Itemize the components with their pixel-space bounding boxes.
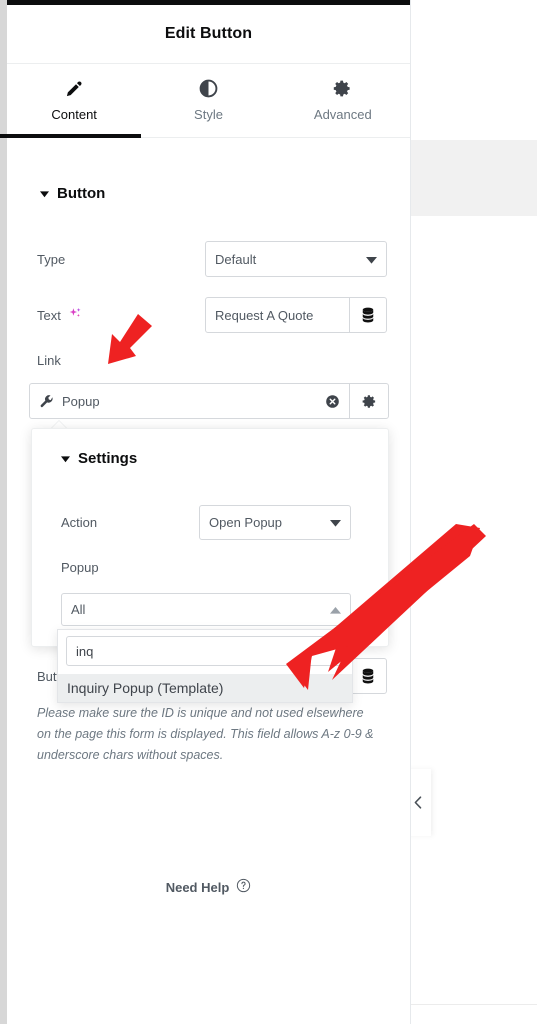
- control-row-popup-label: Popup: [61, 560, 99, 575]
- popup-select[interactable]: All: [61, 593, 351, 626]
- action-select-value: Open Popup: [209, 515, 283, 530]
- caret-up-icon: [330, 602, 341, 617]
- dynamic-tags-database-icon[interactable]: [349, 659, 386, 693]
- pencil-icon: [65, 79, 84, 98]
- tab-content-label: Content: [51, 107, 97, 122]
- link-input[interactable]: Popup: [62, 394, 315, 409]
- clear-circle-x-icon[interactable]: [315, 394, 349, 409]
- popup-option-inquiry-popup-template[interactable]: Inquiry Popup (Template): [58, 674, 352, 702]
- popup-search-input[interactable]: inq: [66, 636, 344, 666]
- tab-advanced-label: Advanced: [313, 107, 372, 122]
- dynamic-tags-database-icon[interactable]: [349, 298, 386, 332]
- popup-search-value: inq: [76, 643, 94, 659]
- control-row-link-label: Link: [37, 353, 61, 368]
- button-id-description: Please make sure the ID is unique and no…: [37, 706, 374, 762]
- link-label: Link: [37, 353, 61, 368]
- caret-down-icon: [40, 185, 49, 202]
- popup-option-label: Inquiry Popup (Template): [67, 680, 224, 696]
- section-header-button[interactable]: Button: [40, 185, 105, 202]
- text-label: Text: [37, 306, 83, 325]
- popup-label: Popup: [61, 560, 99, 575]
- need-help-link[interactable]: Need Help: [7, 878, 410, 896]
- caret-down-icon: [366, 252, 377, 267]
- section-header-settings[interactable]: Settings: [61, 450, 137, 467]
- popup-select-value: All: [71, 602, 86, 617]
- panel-header: Edit Button: [7, 5, 410, 64]
- section-header-button-label: Button: [57, 185, 106, 202]
- canvas-placeholder-block: [406, 140, 537, 216]
- contrast-half-circle-icon: [199, 79, 218, 98]
- link-settings-gear-icon[interactable]: [349, 384, 388, 418]
- chevron-left-icon: [414, 796, 422, 809]
- action-select[interactable]: Open Popup: [199, 505, 351, 540]
- tab-style-label: Style: [194, 107, 223, 122]
- type-select-value: Default: [215, 251, 257, 267]
- control-row-action: Action Open Popup: [61, 505, 351, 540]
- action-label: Action: [61, 515, 98, 530]
- tab-advanced[interactable]: Advanced: [276, 64, 410, 137]
- caret-down-icon: [61, 450, 70, 467]
- control-row-type: Type Default: [37, 241, 387, 277]
- section-header-settings-label: Settings: [78, 450, 138, 467]
- gear-icon: [333, 79, 352, 98]
- control-row-text: Text Request A Quote: [37, 297, 387, 333]
- need-help-label: Need Help: [165, 879, 230, 895]
- text-input[interactable]: Request A Quote: [206, 308, 349, 323]
- caret-down-icon: [330, 515, 341, 530]
- ai-sparkle-icon[interactable]: [67, 306, 83, 325]
- link-field: Popup: [29, 383, 389, 419]
- text-label-text: Text: [37, 307, 61, 323]
- wrench-icon: [30, 394, 62, 409]
- tab-style[interactable]: Style: [141, 64, 275, 137]
- type-label: Type: [37, 251, 66, 267]
- panel-tabs: Content Style Advanced: [0, 64, 410, 138]
- type-select[interactable]: Default: [205, 241, 387, 277]
- page-title: Edit Button: [164, 25, 253, 42]
- popup-select-dropdown: inq Inquiry Popup (Template): [57, 629, 353, 703]
- panel-left-rail: [0, 0, 7, 1024]
- tab-content[interactable]: Content: [0, 64, 142, 138]
- canvas-divider: [407, 1004, 537, 1005]
- text-input-wrapper: Request A Quote: [205, 297, 387, 333]
- question-circle-icon: [236, 878, 251, 896]
